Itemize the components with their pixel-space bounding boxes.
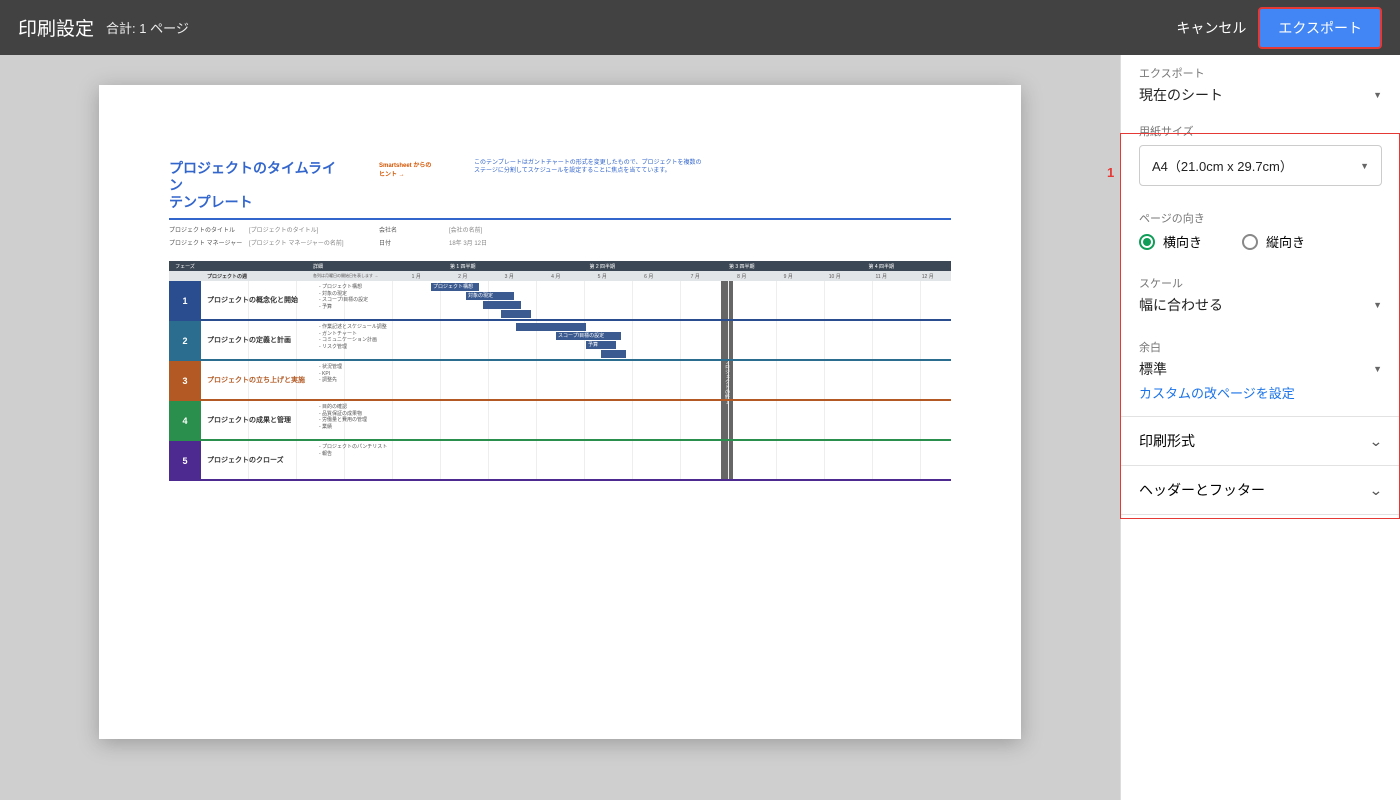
paper-size-label: 用紙サイズ bbox=[1139, 123, 1382, 139]
print-format-section[interactable]: 印刷形式⌄ bbox=[1121, 417, 1400, 466]
dropdown-icon: ▼ bbox=[1373, 300, 1382, 310]
phase-number: 5 bbox=[169, 441, 201, 481]
phase-tasks: - プロジェクト構想- 対象の現定- スコープ/目標の設定- 予算 bbox=[319, 284, 368, 310]
dropdown-icon: ▼ bbox=[1360, 161, 1369, 171]
export-button[interactable]: エクスポート 2 bbox=[1258, 7, 1382, 49]
gantt-phase-row: 2 プロジェクトの定義と計画 - 作業記述とスケジュール調整- ガントチャート-… bbox=[169, 321, 951, 361]
gantt-chart: フェーズ 詳細 第 1 四半期 第 2 四半期 第 3 四半期 第 4 四半期 … bbox=[169, 261, 951, 481]
orientation-portrait-radio[interactable]: 縦向き bbox=[1242, 232, 1305, 251]
margin-label: 余白 bbox=[1139, 339, 1382, 355]
meta-row: プロジェクト マネージャー[プロジェクト マネージャーの名前] 日付18年 3月… bbox=[169, 236, 951, 249]
scale-select[interactable]: 幅に合わせる▼ bbox=[1139, 295, 1382, 315]
cancel-button[interactable]: キャンセル bbox=[1164, 10, 1258, 46]
header-bar: 印刷設定 合計: 1 ページ キャンセル エクスポート 2 bbox=[0, 0, 1400, 55]
orientation-landscape-radio[interactable]: 横向き bbox=[1139, 232, 1202, 251]
gantt-phase-row: 3 プロジェクトの立ち上げと実施 - 状況管理- KPI- 調整先 bbox=[169, 361, 951, 401]
page-preview: プロジェクトのタイムラインテンプレート Smartsheet からのヒント → … bbox=[99, 85, 1021, 739]
export-scope-label: エクスポート bbox=[1139, 65, 1382, 81]
phase-tasks: - 作業記述とスケジュール調整- ガントチャート- コミュニケーション計画- リ… bbox=[319, 324, 387, 350]
settings-panel: 1 エクスポート 現在のシート▼ 用紙サイズ A4（21.0cm x 29.7c… bbox=[1120, 55, 1400, 800]
phase-title: プロジェクトの立ち上げと実施 bbox=[207, 375, 312, 385]
phase-tasks: - プロジェクトのパンチリスト- 報告 bbox=[319, 444, 387, 457]
chevron-down-icon: ⌄ bbox=[1369, 482, 1383, 499]
scale-label: スケール bbox=[1139, 275, 1382, 291]
dropdown-icon: ▼ bbox=[1373, 364, 1382, 374]
paper-size-select[interactable]: A4（21.0cm x 29.7cm）▼ bbox=[1139, 145, 1382, 186]
margin-select[interactable]: 標準▼ bbox=[1139, 359, 1382, 379]
phase-number: 4 bbox=[169, 401, 201, 441]
annotation-1: 1 bbox=[1107, 165, 1114, 180]
phase-number: 1 bbox=[169, 281, 201, 321]
phase-title: プロジェクトの成果と管理 bbox=[207, 415, 312, 425]
gantt-phase-row: 1 プロジェクトの概念化と開始 - プロジェクト構想- 対象の現定- スコープ/… bbox=[169, 281, 951, 321]
export-scope-select[interactable]: 現在のシート▼ bbox=[1139, 85, 1382, 105]
dropdown-icon: ▼ bbox=[1373, 90, 1382, 100]
orientation-label: ページの向き bbox=[1139, 210, 1382, 226]
page-title: 印刷設定 bbox=[18, 14, 94, 41]
phase-tasks: - 目的の確認- 品質保証の成果物- 労働量と費用の管理- 業績 bbox=[319, 404, 367, 430]
radio-icon bbox=[1139, 234, 1155, 250]
phase-number: 3 bbox=[169, 361, 201, 401]
phase-number: 2 bbox=[169, 321, 201, 361]
gantt-phase-row: 4 プロジェクトの成果と管理 - 目的の確認- 品質保証の成果物- 労働量と費用… bbox=[169, 401, 951, 441]
chevron-down-icon: ⌄ bbox=[1369, 433, 1383, 450]
doc-title: プロジェクトのタイムラインテンプレート bbox=[169, 160, 339, 210]
radio-icon bbox=[1242, 234, 1258, 250]
meta-row: プロジェクトのタイトル[プロジェクトのタイトル] 会社名[会社の名前] bbox=[169, 223, 951, 236]
hint-text: このテンプレートはガントチャートの形式を変更したもので、プロジェクトを複数のステ… bbox=[474, 160, 704, 210]
custom-page-break-link[interactable]: カスタムの改ページを設定 bbox=[1139, 379, 1382, 402]
hint-label: Smartsheet からのヒント → bbox=[379, 160, 434, 210]
phase-title: プロジェクトのクローズ bbox=[207, 455, 312, 465]
preview-area: プロジェクトのタイムラインテンプレート Smartsheet からのヒント → … bbox=[0, 55, 1120, 800]
page-count: 合計: 1 ページ bbox=[106, 18, 189, 37]
phase-title: プロジェクトの概念化と開始 bbox=[207, 295, 312, 305]
header-footer-section[interactable]: ヘッダーとフッター⌄ bbox=[1121, 466, 1400, 515]
phase-tasks: - 状況管理- KPI- 調整先 bbox=[319, 364, 342, 384]
phase-title: プロジェクトの定義と計画 bbox=[207, 335, 312, 345]
gantt-phase-row: 5 プロジェクトのクローズ - プロジェクトのパンチリスト- 報告 bbox=[169, 441, 951, 481]
